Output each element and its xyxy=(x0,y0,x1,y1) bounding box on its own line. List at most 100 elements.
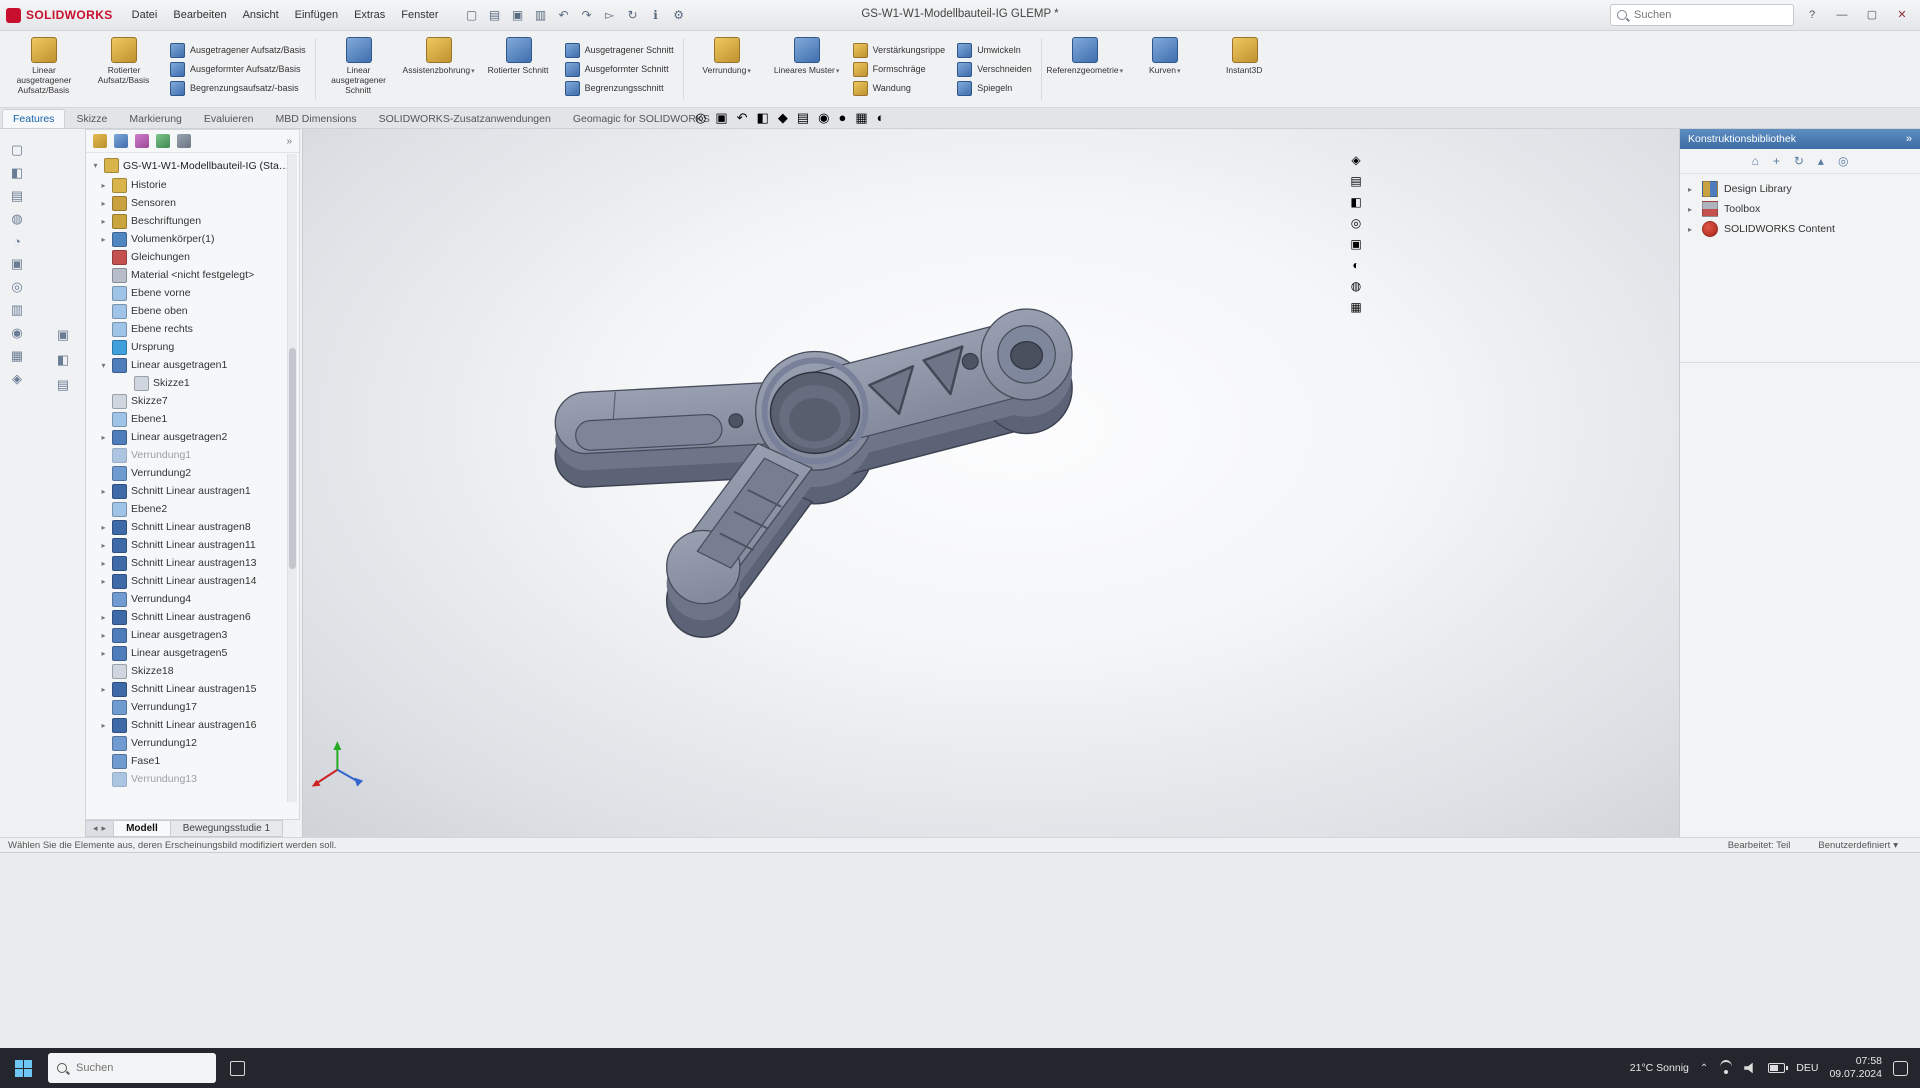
cut-extrude-button[interactable]: Linear ausgetragener Schnitt xyxy=(319,33,399,105)
menu-item[interactable]: Datei xyxy=(125,6,165,24)
feature-tree-item[interactable]: Gleichungen xyxy=(99,248,299,266)
viewport-toolbar-icon[interactable]: ▣ xyxy=(1350,237,1361,251)
volume-icon[interactable] xyxy=(1744,1062,1757,1074)
library-tree-item[interactable]: ▸ Toolbox xyxy=(1688,201,1912,217)
previous-view-icon[interactable]: ↶ xyxy=(737,110,748,126)
expand-caret-icon[interactable]: ▸ xyxy=(99,649,108,658)
solidworks-search[interactable] xyxy=(1610,4,1794,26)
feature-tree-item[interactable]: ▸ Schnitt Linear austragen6 xyxy=(99,608,299,626)
viewport-toolbar-icon[interactable]: ▦ xyxy=(1350,300,1361,314)
feature-tree-item[interactable]: Skizze7 xyxy=(99,392,299,410)
feature-tree-item[interactable]: ▸ Schnitt Linear austragen8 xyxy=(99,518,299,536)
viewport-toolbar-icon[interactable]: ▤ xyxy=(1350,174,1361,188)
feature-tree-item[interactable]: Fase1 xyxy=(99,752,299,770)
taskbar-search[interactable] xyxy=(48,1053,216,1083)
expand-caret-icon[interactable]: ▸ xyxy=(99,235,108,244)
expand-caret-icon[interactable]: ▸ xyxy=(99,487,108,496)
ribbon-command[interactable]: Ausgetragener Schnitt xyxy=(565,43,674,58)
file-properties-icon[interactable]: ℹ xyxy=(646,5,666,25)
left-toolbar-icon[interactable]: ▣ xyxy=(57,327,69,343)
units-selector[interactable]: Benutzerdefiniert▾ xyxy=(1818,840,1898,851)
menu-item[interactable]: Extras xyxy=(347,6,392,24)
display-style-icon[interactable]: ▤ xyxy=(797,110,809,126)
left-toolbar-icon[interactable]: ▤ xyxy=(11,188,23,204)
feature-tree-item[interactable]: Material <nicht festgelegt> xyxy=(99,266,299,284)
up-icon[interactable]: ▴ xyxy=(1818,154,1824,168)
viewport-toolbar-icon[interactable]: ◧ xyxy=(1350,195,1361,209)
ribbon-tab[interactable]: Markierung xyxy=(118,109,193,128)
home-icon[interactable]: ⌂ xyxy=(1752,154,1759,168)
left-toolbar-icon[interactable]: ▣ xyxy=(11,256,23,272)
viewport-toolbar-icon[interactable]: ◐ xyxy=(1352,258,1359,272)
feature-tree-item[interactable]: ▸ Schnitt Linear austragen13 xyxy=(99,554,299,572)
outlook-icon[interactable] xyxy=(678,1055,704,1081)
ribbon-command[interactable]: Verschneiden xyxy=(957,62,1032,77)
feature-tree-item[interactable]: ▸ Schnitt Linear austragen16 xyxy=(99,716,299,734)
feature-tree-item[interactable]: Ebene rechts xyxy=(99,320,299,338)
weather-widget[interactable]: 21°C Sonnig xyxy=(1630,1062,1689,1074)
feature-tree-item[interactable]: Verrundung2 xyxy=(99,464,299,482)
expand-caret-icon[interactable]: ▸ xyxy=(1688,225,1696,234)
save-icon[interactable]: ▣ xyxy=(508,5,528,25)
expand-caret-icon[interactable]: ▾ xyxy=(91,161,100,170)
start-button[interactable] xyxy=(4,1048,42,1088)
expand-caret-icon[interactable]: ▸ xyxy=(99,199,108,208)
left-toolbar-icon[interactable]: ◉ xyxy=(11,325,22,341)
zoom-to-fit-icon[interactable]: ◎ xyxy=(695,110,706,126)
ribbon-command[interactable]: Begrenzungsschnitt xyxy=(565,81,674,96)
property-manager-tab[interactable] xyxy=(114,134,128,148)
expand-caret-icon[interactable]: ▾ xyxy=(99,361,108,370)
chrome-icon[interactable] xyxy=(398,1055,424,1081)
instant3d-button[interactable]: Instant3D xyxy=(1205,33,1285,105)
feature-tree-item[interactable]: Ebene oben xyxy=(99,302,299,320)
edit-appearance-icon[interactable]: ● xyxy=(838,110,846,126)
left-toolbar-icon[interactable]: ▥ xyxy=(11,302,23,318)
feature-tree-item[interactable]: Verrundung12 xyxy=(99,734,299,752)
expand-caret-icon[interactable]: ▸ xyxy=(99,721,108,730)
feature-tree-item[interactable]: ▾ Linear ausgetragen1 xyxy=(99,356,299,374)
ribbon-tab[interactable]: Skizze xyxy=(65,109,118,128)
clock[interactable]: 07:58 09.07.2024 xyxy=(1829,1055,1882,1080)
discord-icon[interactable] xyxy=(888,1055,914,1081)
expand-caret-icon[interactable]: ▸ xyxy=(99,577,108,586)
selection-icon[interactable]: ▻ xyxy=(600,5,620,25)
minimize-button[interactable]: — xyxy=(1830,5,1854,25)
onenote-icon[interactable] xyxy=(643,1055,669,1081)
language-indicator[interactable]: DEU xyxy=(1796,1062,1818,1074)
ribbon-tab[interactable]: MBD Dimensions xyxy=(265,109,368,128)
graphics-viewport[interactable]: ◈▤◧◎▣◐◍▦ xyxy=(303,129,1679,837)
hide-show-items-icon[interactable]: ◉ xyxy=(818,110,829,126)
notepad-icon[interactable] xyxy=(958,1055,984,1081)
ribbon-tab[interactable]: Evaluieren xyxy=(193,109,265,128)
left-toolbar-icon[interactable]: ◔ xyxy=(13,234,21,249)
taskbar-search-input[interactable] xyxy=(74,1061,207,1075)
help-button[interactable]: ? xyxy=(1800,5,1824,25)
folder-icon[interactable] xyxy=(468,1055,494,1081)
telegram-icon[interactable] xyxy=(923,1055,949,1081)
feature-tree-scrollbar[interactable] xyxy=(287,154,297,802)
expand-caret-icon[interactable]: ▸ xyxy=(99,613,108,622)
powerpoint-icon[interactable] xyxy=(538,1055,564,1081)
configuration-manager-tab[interactable] xyxy=(135,134,149,148)
view-settings-icon[interactable]: ◐ xyxy=(877,110,885,126)
rebuild-icon[interactable]: ↻ xyxy=(623,5,643,25)
feature-tree-item[interactable]: Ursprung xyxy=(99,338,299,356)
add-to-library-icon[interactable]: + xyxy=(1773,154,1780,168)
feature-tree-root[interactable]: ▾ GS-W1-W1-Modellbauteil-IG (Standard<<S… xyxy=(86,153,299,176)
boss-extrude-button[interactable]: Linear ausgetragener Aufsatz/Basis xyxy=(4,33,84,105)
zoom-area-icon[interactable]: ▣ xyxy=(715,110,727,126)
fillet-button[interactable]: Verrundung▾ xyxy=(687,33,767,105)
search-icon[interactable]: ◎ xyxy=(1838,154,1848,168)
expand-caret-icon[interactable]: ▸ xyxy=(99,433,108,442)
reference-geometry-button[interactable]: Referenzgeometrie▾ xyxy=(1045,33,1125,105)
motion-study-tab[interactable]: Bewegungsstudie 1 xyxy=(171,820,283,837)
menu-item[interactable]: Bearbeiten xyxy=(166,6,233,24)
expand-caret-icon[interactable]: ▸ xyxy=(1688,205,1696,214)
ribbon-command[interactable]: Ausgetragener Aufsatz/Basis xyxy=(170,43,306,58)
hidden-icons-chevron[interactable]: ⌃ xyxy=(1700,1063,1708,1074)
library-tree-item[interactable]: ▸ SOLIDWORKS Content xyxy=(1688,221,1912,237)
left-toolbar-icon[interactable]: ▦ xyxy=(11,348,23,364)
expand-caret-icon[interactable]: ▸ xyxy=(99,631,108,640)
youtube-icon[interactable] xyxy=(853,1055,879,1081)
word-icon[interactable] xyxy=(608,1055,634,1081)
